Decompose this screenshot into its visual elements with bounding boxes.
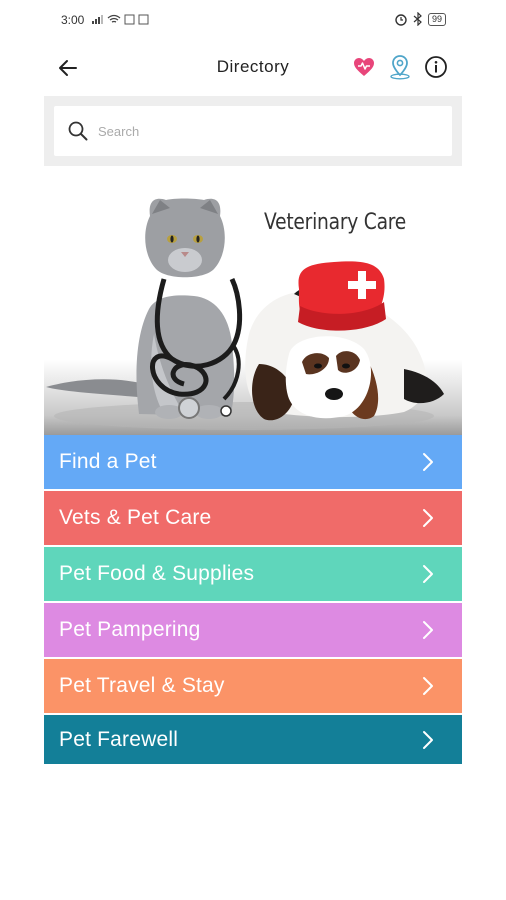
info-icon [425, 56, 447, 78]
search-icon [66, 119, 90, 143]
chevron-right-icon [423, 565, 433, 583]
chevron-right-icon [423, 731, 433, 749]
info-button[interactable] [422, 53, 450, 81]
app-bar: Directory [44, 40, 462, 96]
status-bar: 3:00 99 [44, 0, 462, 40]
favorites-button[interactable] [350, 53, 378, 81]
status-time: 3:00 [61, 13, 85, 27]
search-box[interactable] [54, 106, 452, 156]
chevron-right-icon [423, 621, 433, 639]
bluetooth-icon [413, 12, 422, 26]
chevron-right-icon [423, 453, 433, 471]
app-bar-actions [350, 53, 450, 81]
category-pet-food-supplies[interactable]: Pet Food & Supplies [44, 547, 462, 601]
battery-indicator: 99 [427, 12, 446, 26]
location-pin-icon [390, 55, 410, 80]
signal-wifi-icons [92, 13, 162, 28]
directory-screen: 3:00 99 Directory Search Veterinary Care… [44, 0, 462, 900]
category-vets-pet-care[interactable]: Vets & Pet Care [44, 491, 462, 545]
search-bar-container [44, 96, 462, 166]
category-pet-travel-stay[interactable]: Pet Travel & Stay [44, 659, 462, 713]
category-label: Vets & Pet Care [59, 506, 212, 529]
status-right: 99 [394, 12, 446, 26]
category-label: Pet Travel & Stay [59, 674, 225, 697]
category-label: Pet Farewell [59, 727, 179, 751]
veterinary-care-banner[interactable]: Veterinary Care [44, 184, 462, 435]
category-label: Find a Pet [59, 450, 157, 473]
chevron-right-icon [423, 677, 433, 695]
chevron-right-icon [423, 509, 433, 527]
category-pet-farewell[interactable]: Pet Farewell [44, 715, 462, 764]
category-label: Pet Pampering [59, 618, 201, 641]
category-pet-pampering[interactable]: Pet Pampering [44, 603, 462, 657]
signal-icon [92, 14, 149, 25]
category-label: Pet Food & Supplies [59, 562, 255, 585]
search-input[interactable] [96, 122, 420, 140]
category-find-a-pet[interactable]: Find a Pet [44, 435, 462, 489]
alarm-icon [395, 14, 407, 26]
category-list: Find a Pet Vets & Pet Care Pet Food & Su… [44, 435, 462, 766]
heart-icon [354, 58, 374, 76]
location-button[interactable] [386, 53, 414, 81]
banner-title: Veterinary Care [264, 210, 407, 235]
